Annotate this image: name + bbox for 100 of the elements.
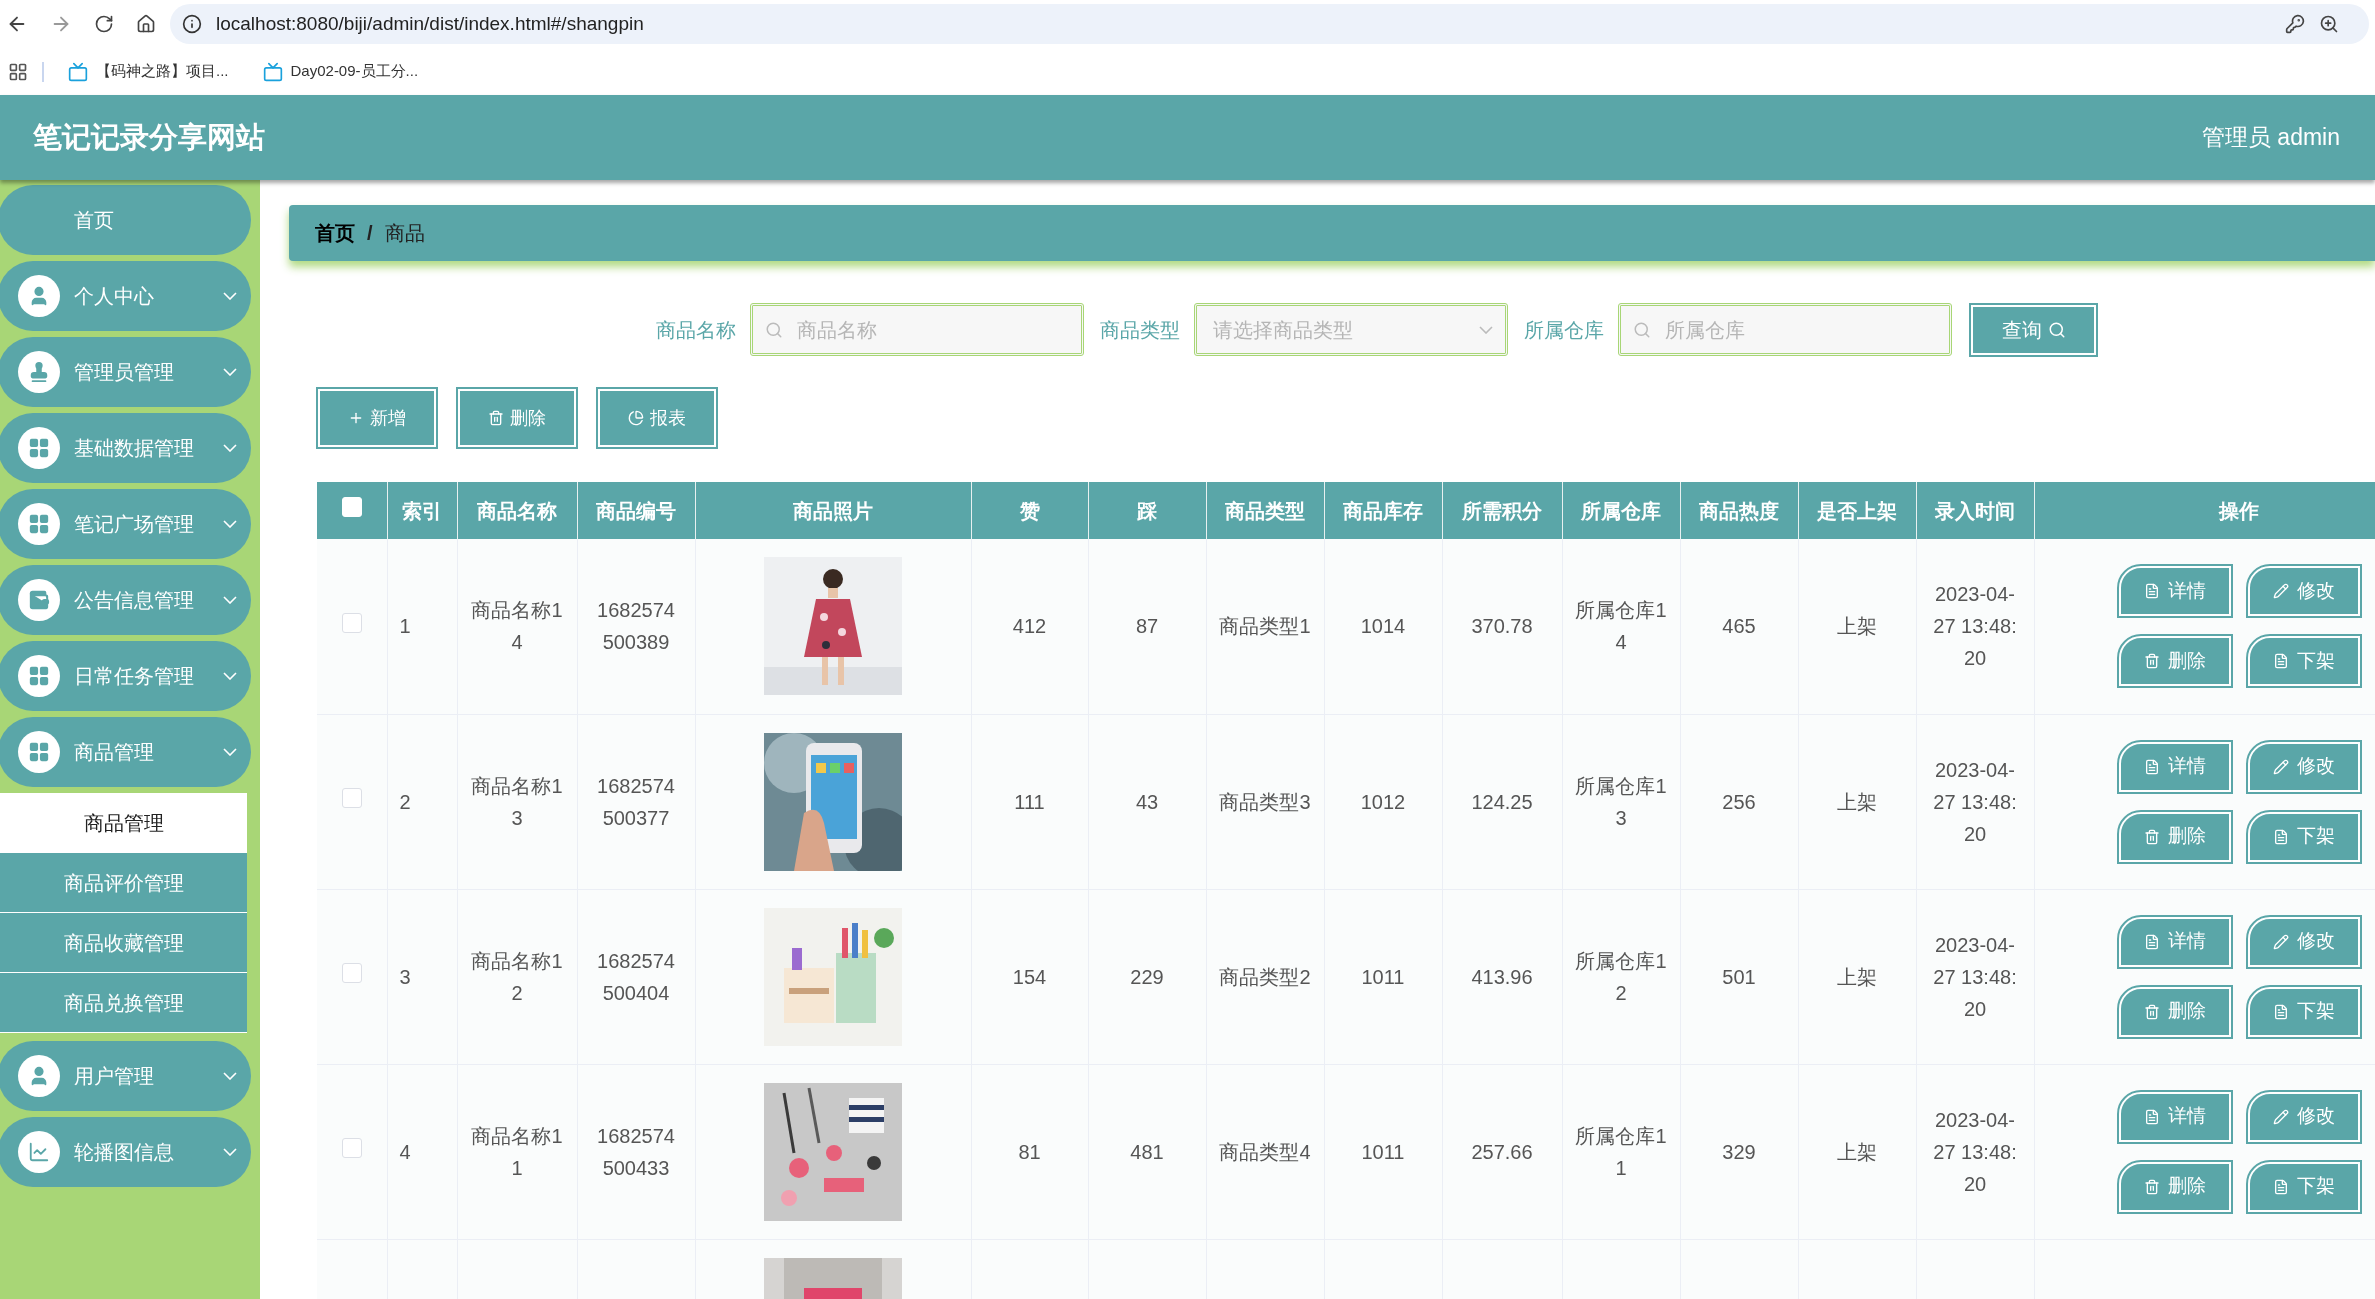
table-cell-text: 商品类型2 [1219,964,1311,990]
bookmark[interactable]: Day02-09-员工分... [252,60,429,83]
sidebar-menu-item[interactable]: 日常任务管理 [0,641,251,711]
menu-label: 商品管理 [74,740,155,765]
table-cell-text: 1682574500377 [596,773,676,831]
table-cell-text: 111 [1014,789,1045,815]
menu-label: 笔记广场管理 [74,512,195,537]
type-select[interactable]: 请选择商品类型 [1194,303,1508,356]
action-button[interactable]: 修改 [2247,566,2360,617]
table-cell-text: 所属仓库14 [1574,598,1668,656]
submenu-item[interactable]: 商品兑换管理 [0,973,247,1033]
search-field[interactable]: 所属仓库 [1618,303,1952,356]
trash-icon [2143,653,2160,670]
document-icon [2272,828,2289,845]
sidebar-menu-item[interactable]: 用户管理 [0,1041,251,1111]
key-icon[interactable] [2285,14,2305,34]
table-cell-text: 商品名称12 [470,948,564,1006]
sidebar-menu-item[interactable]: 公告信息管理 [0,565,251,635]
action-button[interactable]: 详情 [2118,1091,2231,1142]
toolbar-button[interactable]: 删除 [458,389,576,447]
pencil-icon [2272,758,2289,775]
sidebar-menu-item[interactable]: 基础数据管理 [0,413,251,483]
column-header: 录入时间 [1935,499,2015,522]
action-button[interactable]: 修改 [2247,1091,2360,1142]
sidebar-menu-item[interactable]: 管理员管理 [0,337,251,407]
sidebar-menu-item[interactable]: 首页 [0,185,251,255]
table-cell-text: 1012 [1360,789,1406,815]
action-button[interactable]: 修改 [2247,741,2360,792]
search-field[interactable]: 商品名称 [750,303,1084,356]
submenu-item[interactable]: 商品收藏管理 [0,913,247,973]
menu-label: 轮播图信息 [74,1140,175,1165]
trash-icon [2143,828,2160,845]
chevron-icon [223,672,237,680]
home-icon[interactable] [136,14,156,34]
info-icon[interactable] [182,14,202,34]
action-button[interactable]: 详情 [2118,741,2231,792]
chevron-icon [223,596,237,604]
menu-label: 公告信息管理 [74,588,195,613]
table-cell-text: 329 [1722,1139,1756,1165]
action-button[interactable]: 删除 [2118,986,2231,1037]
action-button[interactable]: 下架 [2247,986,2360,1037]
toolbar-button[interactable]: 报表 [598,389,716,447]
chevron-icon [223,1072,237,1080]
stamp-icon [18,351,60,393]
action-button[interactable]: 详情 [2118,916,2231,967]
column-header: 商品类型 [1225,499,1305,522]
sidebar-menu-item[interactable]: 轮播图信息 [0,1117,251,1187]
column-header: 所属仓库 [1581,499,1661,522]
column-header: 商品编号 [596,499,676,522]
table-cell-text: 412 [1012,614,1047,640]
apps-icon[interactable] [8,61,28,82]
sidebar-menu-item[interactable]: 商品管理 [0,717,251,787]
trash-icon [2143,1003,2160,1020]
document-icon [2143,758,2160,775]
action-button[interactable]: 下架 [2247,636,2360,687]
menu-label: 管理员管理 [74,360,175,385]
checkbox[interactable] [341,612,362,633]
url-text: localhost:8080/biji/admin/dist/index.html#/shangpin [216,11,645,36]
table-cell-text: 所属仓库12 [1574,948,1668,1006]
address-bar[interactable]: localhost:8080/biji/admin/dist/index.html#/shangpin [170,4,2369,44]
table-cell-text: 上架 [1837,1139,1877,1165]
submenu-item[interactable]: 商品评价管理 [0,853,247,913]
table-cell-text: 81 [1018,1139,1041,1165]
action-button[interactable]: 下架 [2247,811,2360,862]
action-button[interactable]: 修改 [2247,916,2360,967]
action-button[interactable]: 删除 [2118,811,2231,862]
chevron-icon [1479,325,1493,334]
action-button[interactable]: 下架 [2247,1161,2360,1212]
checkbox[interactable] [341,788,362,808]
sidebar-menu-item[interactable]: 笔记广场管理 [0,489,251,559]
table-cell-text: 154 [1012,964,1047,990]
action-button[interactable]: 删除 [2118,1161,2231,1212]
column-header: 商品热度 [1699,499,1779,522]
action-button[interactable]: 详情 [2118,566,2231,617]
menu-label: 用户管理 [74,1064,155,1089]
table-cell-text: 上架 [1837,789,1877,815]
user-icon [18,1055,60,1097]
zoom-icon[interactable] [2319,14,2339,34]
query-button[interactable]: 查询 [1971,304,2096,355]
table-cell-text: 商品名称13 [470,773,564,831]
breadcrumb-link[interactable]: 首页 [315,218,355,248]
table-cell: 2 [399,790,411,813]
checkbox[interactable] [341,1138,362,1158]
column-header: 所需积分 [1462,499,1542,522]
menu-label: 基础数据管理 [74,436,195,461]
toolbar-button[interactable]: 新增 [318,389,436,447]
bookmark-label: 【码神之路】项目... [96,61,229,82]
sidebar-menu-item[interactable]: 个人中心 [0,261,251,331]
pie-chart-icon [628,410,644,426]
action-button[interactable]: 删除 [2118,636,2231,687]
reload-icon[interactable] [94,14,114,34]
checkbox[interactable] [341,963,362,983]
menu-label: 日常任务管理 [74,664,195,689]
breadcrumb-link[interactable]: 商品 [384,218,425,248]
table-cell-text: 501 [1722,964,1756,990]
chevron-icon [223,520,237,528]
bookmark[interactable]: 【码神之路】项目... [58,60,239,83]
user-icon [18,275,60,317]
table-cell-text: 1011 [1361,964,1405,990]
submenu-item[interactable]: 商品管理 [0,793,247,853]
